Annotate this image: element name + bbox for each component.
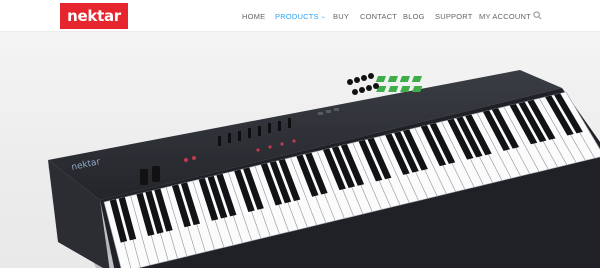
nav-support[interactable]: SUPPORT — [435, 12, 473, 21]
nav-buy[interactable]: BUY — [333, 12, 349, 21]
nav-home[interactable]: HOME — [242, 12, 265, 21]
nav-contact[interactable]: CONTACT — [360, 12, 397, 21]
nav-my-account[interactable]: MY ACCOUNT — [479, 12, 531, 21]
nav-products-label: PRODUCTS — [275, 12, 319, 21]
search-icon[interactable] — [533, 11, 542, 20]
nav-products[interactable]: PRODUCTS ⌄ — [275, 12, 326, 21]
knobs — [347, 73, 379, 95]
drum-pads — [375, 76, 423, 92]
chevron-down-icon: ⌄ — [320, 14, 326, 20]
keyboard-controller-image: nektar — [48, 70, 600, 268]
nav-blog[interactable]: BLOG — [403, 12, 425, 21]
nektar-logo[interactable]: nektar — [60, 3, 128, 29]
hero-banner: nektar — [0, 32, 600, 268]
logo-text: nektar — [67, 7, 121, 25]
site-header: nektar HOME PRODUCTS ⌄ BUY CONTACT BLOG S… — [0, 0, 600, 32]
